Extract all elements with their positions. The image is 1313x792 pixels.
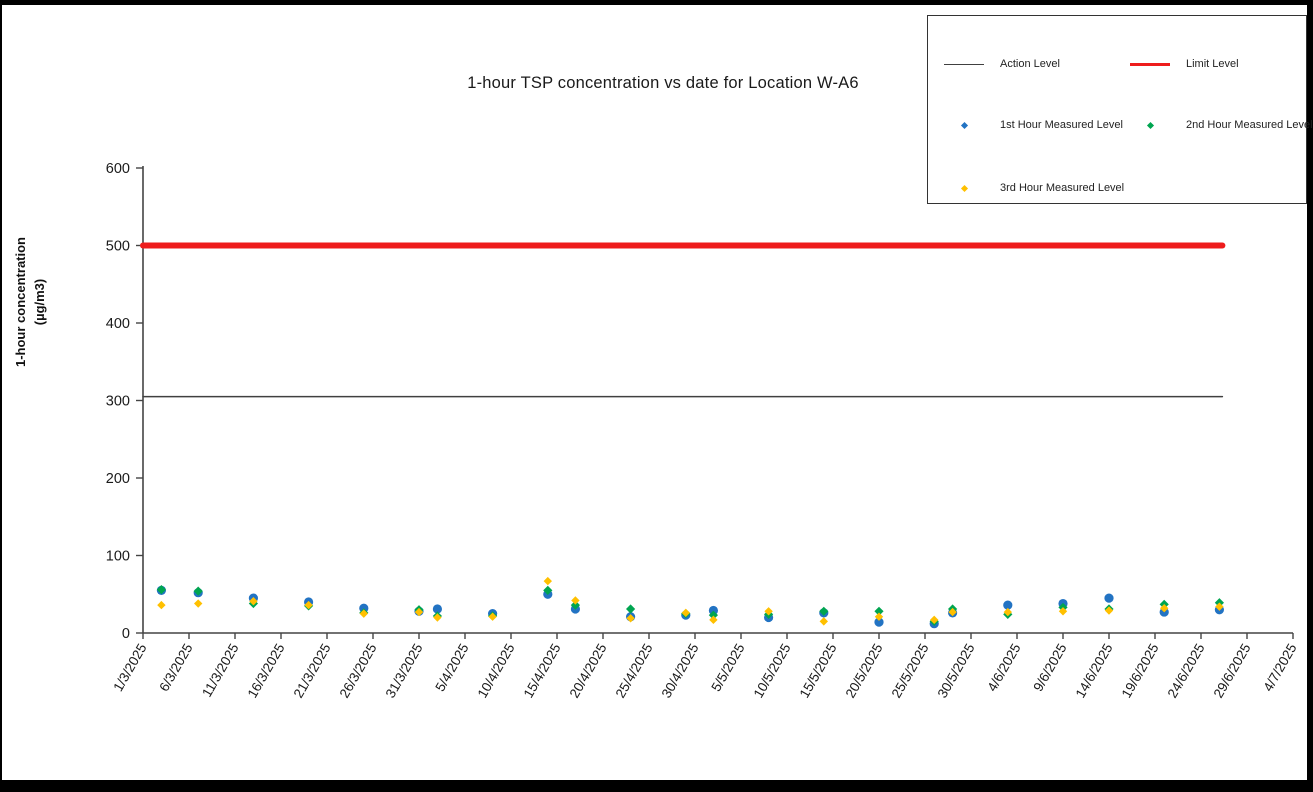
x-tick-label: 25/5/2025 (889, 641, 932, 701)
x-tick-label: 26/3/2025 (337, 641, 380, 701)
data-point-2 (626, 604, 635, 613)
x-tick-label: 11/3/2025 (199, 641, 242, 700)
y-axis-label-line1: 1-hour concentration (12, 197, 31, 407)
y-axis-label: 1-hour concentration (µg/m3) (12, 197, 54, 407)
legend-label: 3rd Hour Measured Level (1000, 182, 1124, 194)
data-point-1 (1104, 594, 1113, 603)
x-tick-label: 6/3/2025 (156, 641, 195, 694)
x-tick-label: 9/6/2025 (1030, 641, 1069, 694)
x-tick-label: 15/4/2025 (521, 641, 564, 701)
x-tick-label: 19/6/2025 (1119, 641, 1162, 701)
x-tick-label: 30/4/2025 (659, 641, 702, 701)
x-tick-label: 24/6/2025 (1165, 641, 1208, 701)
x-tick-label: 14/6/2025 (1073, 641, 1116, 701)
x-tick-label: 4/7/2025 (1260, 641, 1299, 694)
data-point-3 (820, 617, 828, 625)
data-point-3 (194, 599, 202, 607)
legend-entry-limit-level: Limit Level (1128, 57, 1239, 71)
y-tick-label: 600 (106, 161, 130, 177)
x-tick-label: 10/4/2025 (475, 641, 518, 701)
chart-frame: 1-hour TSP concentration vs date for Loc… (0, 0, 1313, 792)
y-tick-label: 100 (106, 549, 130, 565)
legend-box: Action Level Limit Level 1st Hour Measur… (927, 15, 1307, 204)
y-tick-label: 0 (122, 626, 130, 642)
legend-label: 1st Hour Measured Level (1000, 119, 1123, 131)
x-tick-label: 20/5/2025 (843, 641, 886, 701)
data-point-3 (544, 577, 552, 585)
x-tick-label: 4/6/2025 (984, 641, 1023, 694)
legend-entry-2nd-hour: 2nd Hour Measured Level (1128, 118, 1313, 132)
y-tick-label: 300 (106, 394, 130, 410)
second-hour-marker-icon (1128, 123, 1172, 128)
x-tick-label: 10/5/2025 (751, 641, 794, 701)
x-tick-label: 20/4/2025 (567, 641, 610, 701)
data-point-3 (571, 596, 579, 604)
legend-label: 2nd Hour Measured Level (1186, 119, 1313, 131)
x-tick-label: 5/5/2025 (708, 641, 747, 694)
x-tick-label: 1/3/2025 (110, 641, 149, 694)
x-tick-label: 31/3/2025 (383, 641, 426, 701)
x-tick-label: 25/4/2025 (613, 641, 656, 701)
x-tick-label: 15/5/2025 (797, 641, 840, 701)
x-tick-label: 29/6/2025 (1211, 641, 1254, 701)
x-tick-label: 5/4/2025 (432, 641, 471, 694)
x-tick-label: 30/5/2025 (935, 641, 978, 701)
data-point-3 (709, 616, 717, 624)
legend-label: Limit Level (1186, 58, 1239, 70)
y-tick-label: 500 (106, 239, 130, 255)
limit-level-line-icon (1128, 63, 1172, 66)
legend-entry-1st-hour: 1st Hour Measured Level (942, 118, 1123, 132)
first-hour-marker-icon (942, 123, 986, 128)
y-tick-label: 400 (106, 316, 130, 332)
data-point-3 (157, 601, 165, 609)
y-axis-label-line2: (µg/m3) (31, 197, 50, 407)
x-tick-label: 16/3/2025 (245, 641, 288, 701)
y-tick-label: 200 (106, 471, 130, 487)
x-tick-label: 21/3/2025 (291, 641, 334, 701)
legend-entry-action-level: Action Level (942, 57, 1060, 71)
legend-entry-3rd-hour: 3rd Hour Measured Level (942, 181, 1124, 195)
legend-label: Action Level (1000, 58, 1060, 70)
third-hour-marker-icon (942, 186, 986, 191)
action-level-line-icon (942, 64, 986, 65)
